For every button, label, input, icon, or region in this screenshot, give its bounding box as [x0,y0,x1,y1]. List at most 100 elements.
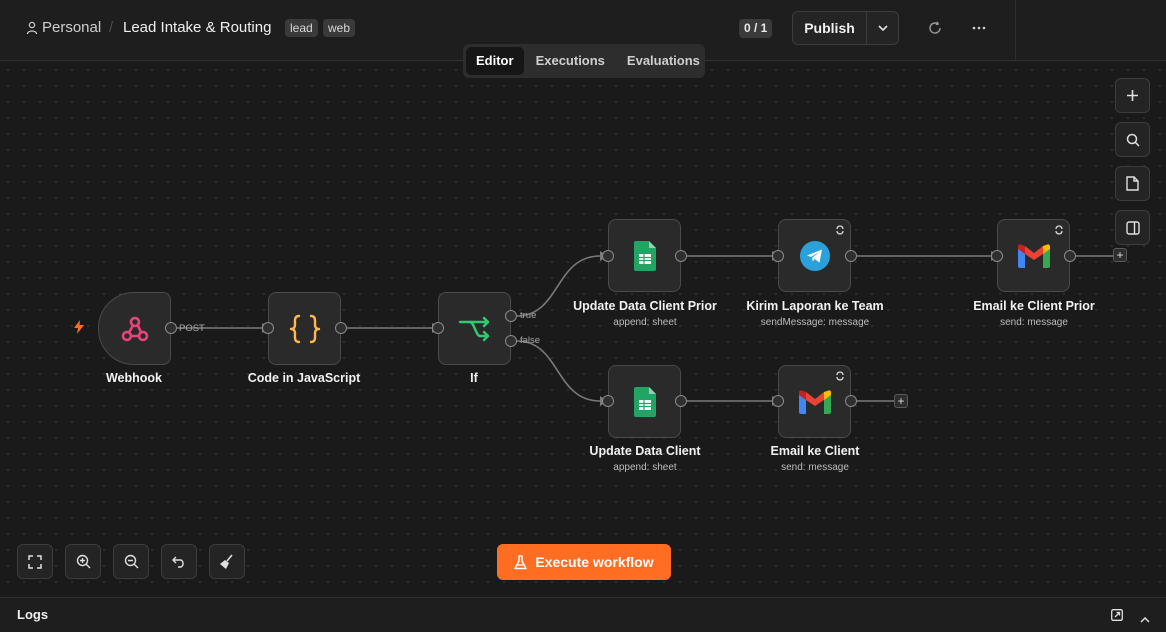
sidebar-panel-icon [1125,220,1140,235]
note-icon [1126,176,1139,191]
node-email-prior-label: Email ke Client Prior [973,299,1095,313]
zoom-in-button[interactable] [65,544,101,579]
breadcrumb-project[interactable]: Personal [26,19,101,36]
node-update-prior-subtitle: append: sheet [613,317,677,328]
tidy-up-button[interactable] [209,544,245,579]
publish-button[interactable]: Publish [793,12,867,44]
node-email-client-label: Email ke Client [770,444,860,458]
node-telegram[interactable] [778,219,851,292]
pinned-data-icon [836,225,844,235]
search-icon [1126,133,1140,147]
node-webhook-label: Webhook [105,371,163,385]
code-input-handle[interactable] [262,322,274,334]
tag-lead[interactable]: lead [285,19,318,37]
node-email-prior[interactable] [997,219,1070,292]
expand-logs-button[interactable] [1140,610,1150,628]
plus-icon [1127,90,1138,101]
node-update-client-prior[interactable] [608,219,681,292]
edge-label-false: false [520,335,541,346]
flask-icon [514,554,528,569]
add-node-button[interactable] [1115,78,1150,113]
more-options-button[interactable] [971,20,987,36]
node-code-label: Code in JavaScript [247,371,361,385]
undo-button[interactable] [161,544,197,579]
add-node-after-email-prior-button[interactable]: + [1113,248,1127,262]
update-prior-output-handle[interactable] [675,250,687,262]
workflow-title[interactable]: Lead Intake & Routing [123,19,271,36]
update-client-output-handle[interactable] [675,395,687,407]
edge-label-post: POST [179,323,205,334]
node-email-prior-subtitle: send: message [1000,317,1068,328]
node-code[interactable] [268,292,341,365]
gmail-icon [1017,243,1050,268]
if-false-handle[interactable] [505,335,517,347]
node-email-client-subtitle: send: message [781,462,849,473]
publish-dropdown-button[interactable] [867,12,898,44]
execute-workflow-label: Execute workflow [535,554,654,570]
google-sheets-icon [633,240,656,271]
code-output-handle[interactable] [335,322,347,334]
node-webhook[interactable] [98,292,171,365]
undo-icon [172,556,184,568]
email-client-output-handle[interactable] [845,395,857,407]
edge-label-true: true [520,310,537,321]
tag-web[interactable]: web [323,19,356,37]
refresh-icon [929,21,941,34]
node-update-client-subtitle: append: sheet [613,462,677,473]
add-node-after-email-client-button[interactable]: + [894,394,908,408]
zoom-out-button[interactable] [113,544,149,579]
breadcrumb-separator: / [109,19,114,36]
toggle-panel-button[interactable] [1115,210,1150,245]
email-client-input-handle[interactable] [772,395,784,407]
email-prior-input-handle[interactable] [991,250,1003,262]
chevron-up-icon [1140,616,1150,623]
logs-panel-bar[interactable]: Logs [0,597,1166,632]
fit-view-icon [28,554,42,569]
update-prior-input-handle[interactable] [602,250,614,262]
google-sheets-icon [633,386,656,417]
zoom-in-icon [76,554,90,569]
telegram-input-handle[interactable] [772,250,784,262]
add-sticky-note-button[interactable] [1115,166,1150,201]
tab-editor[interactable]: Editor [466,47,524,75]
execute-workflow-button[interactable]: Execute workflow [497,544,671,580]
pop-out-logs-button[interactable] [1111,608,1123,626]
tab-executions[interactable]: Executions [526,47,615,75]
zoom-out-icon [124,554,138,569]
project-name: Personal [42,19,102,36]
node-update-client-label: Update Data Client [589,444,701,458]
pinned-data-icon [836,371,844,381]
chevron-down-icon [877,25,888,31]
branch-icon [458,316,489,341]
ellipsis-icon [972,26,986,30]
trigger-bolt-icon [74,320,84,334]
if-true-handle[interactable] [505,310,517,322]
header-divider [1015,0,1016,61]
code-braces-icon [289,314,320,343]
node-telegram-label: Kirim Laporan ke Team [746,299,884,313]
tab-evaluations[interactable]: Evaluations [617,47,710,75]
broom-icon [220,553,233,569]
pop-out-icon [1111,609,1123,621]
webhook-icon [121,316,148,341]
user-icon [26,21,38,34]
webhook-output-handle[interactable] [165,322,177,334]
logs-label: Logs [17,607,49,622]
node-email-client[interactable] [778,365,851,438]
version-counter: 0 / 1 [739,19,773,38]
history-button[interactable] [927,20,943,36]
search-nodes-button[interactable] [1115,122,1150,157]
gmail-icon [798,389,831,414]
pinned-data-icon [1055,225,1063,235]
node-update-client[interactable] [608,365,681,438]
node-telegram-subtitle: sendMessage: message [760,317,870,328]
fit-view-button[interactable] [17,544,53,579]
if-input-handle[interactable] [432,322,444,334]
node-if[interactable] [438,292,511,365]
email-prior-output-handle[interactable] [1064,250,1076,262]
update-client-input-handle[interactable] [602,395,614,407]
view-tabs: Editor Executions Evaluations [463,44,705,78]
telegram-icon [799,240,830,271]
telegram-output-handle[interactable] [845,250,857,262]
node-update-prior-label: Update Data Client Prior [573,299,717,313]
